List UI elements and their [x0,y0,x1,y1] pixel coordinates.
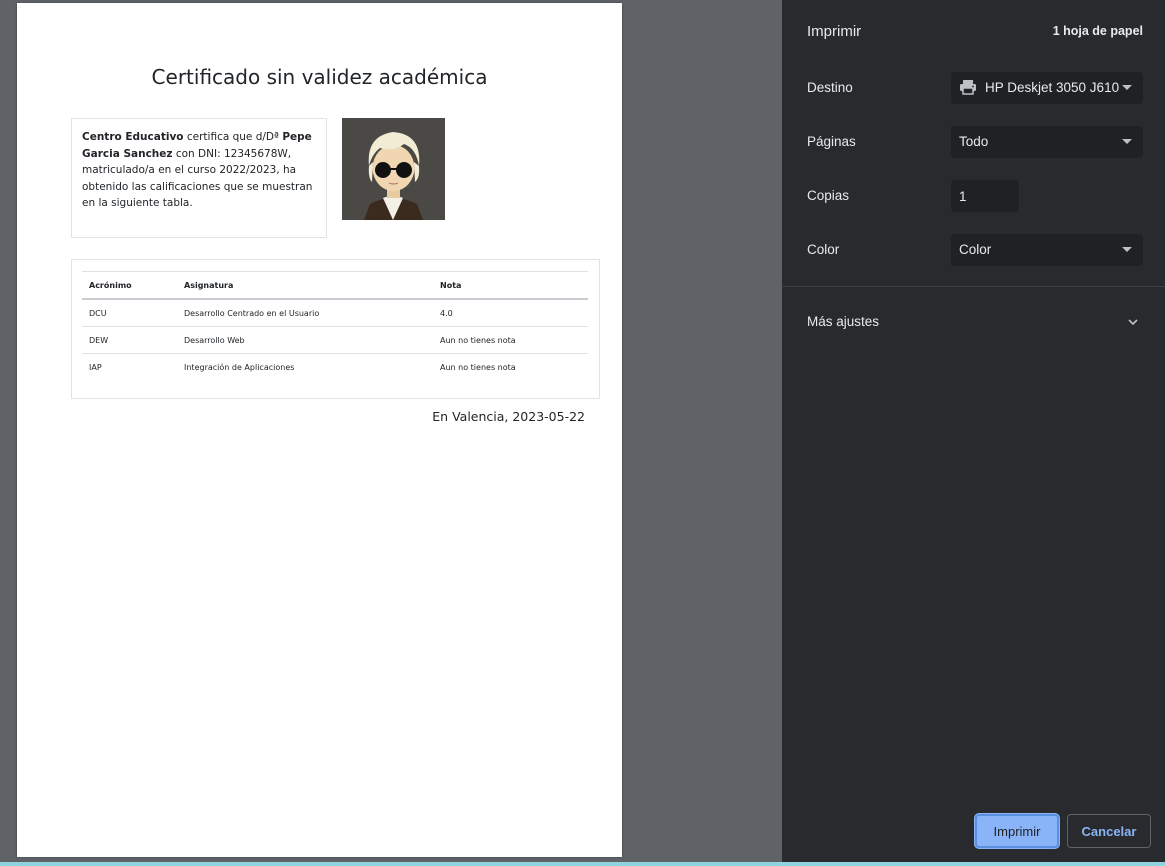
print-dialog-title: Imprimir [807,23,862,40]
grades-header-row: Acrónimo Asignatura Nota [82,271,588,300]
table-row: IAP Integración de Aplicaciones Aun no t… [82,354,588,381]
chevron-down-icon[interactable] [1127,316,1139,328]
cell-subject: Desarrollo Centrado en el Usuario [177,299,433,327]
destination-value: HP Deskjet 3050 J610 [985,80,1120,95]
cell-subject: Integración de Aplicaciones [184,362,295,372]
table-row: DEW Desarrollo Web Aun no tienes nota [82,326,588,354]
divider [782,286,1165,287]
printer-icon [960,79,976,95]
color-label: Color [807,242,840,257]
place-and-date: En Valencia, 2023-05-22 [432,409,585,424]
statement-text-1: certifica que d/Dª [183,131,283,143]
dropdown-caret-icon [1122,139,1132,144]
cell-acronym: DCU [82,299,177,327]
grades-table: Acrónimo Asignatura Nota DCU Desarrollo … [82,271,588,380]
print-button[interactable]: Imprimir [975,814,1059,848]
bottom-accent-bar [0,862,1165,866]
cell-acronym: IAP [89,362,102,372]
cell-acronym: DEW [82,326,177,354]
avatar-illustration [342,118,445,220]
institution-name: Centro Educativo [82,131,184,143]
grades-card: Acrónimo Asignatura Nota DCU Desarrollo … [71,259,600,399]
destination-label: Destino [807,80,853,95]
table-row: DCU Desarrollo Centrado en el Usuario 4.… [82,299,588,327]
dropdown-caret-icon [1122,247,1132,252]
print-preview-page: Certificado sin validez académica Centro… [17,3,622,857]
certificate-statement: Centro Educativo certifica que d/Dª Pepe… [71,118,327,238]
color-select[interactable]: Color [951,234,1143,266]
header-subject: Asignatura [177,271,433,300]
copies-label: Copias [807,188,850,203]
cell-grade: 4.0 [433,299,588,327]
color-value: Color [959,242,992,257]
header-grade: Nota [433,271,588,300]
cell-subject: Desarrollo Web [177,326,433,354]
cell-grade: Aun no tienes nota [440,362,516,372]
certificate-title: Certificado sin validez académica [151,65,488,89]
print-settings-panel: Imprimir 1 hoja de papel Destino HP Desk… [782,0,1165,862]
more-settings-toggle[interactable]: Más ajustes [807,314,879,329]
student-avatar [342,118,445,220]
cell-grade: Aun no tienes nota [433,326,588,354]
pages-value: Todo [959,134,989,149]
copies-input[interactable] [951,180,1019,212]
pages-select[interactable]: Todo [951,126,1143,158]
pages-label: Páginas [807,134,856,149]
dropdown-caret-icon [1122,85,1132,90]
cancel-button[interactable]: Cancelar [1067,814,1151,848]
sheet-count: 1 hoja de papel [1052,24,1143,38]
destination-select[interactable]: HP Deskjet 3050 J610 [951,72,1143,104]
header-acronym: Acrónimo [82,271,177,300]
